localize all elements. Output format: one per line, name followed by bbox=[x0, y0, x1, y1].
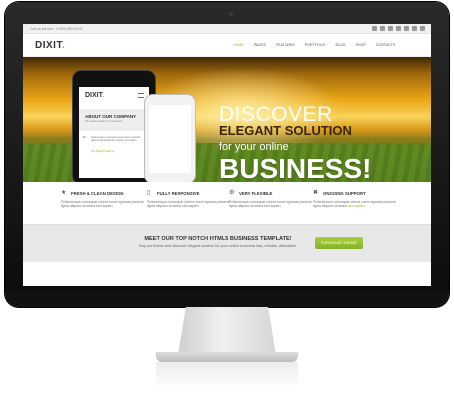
phone-icon[interactable] bbox=[420, 26, 425, 31]
rss-icon[interactable] bbox=[404, 26, 409, 31]
main-nav: HOME PAGES FEATURES PORTFOLIO BLOG SHOP … bbox=[228, 42, 400, 48]
star-icon: ★ bbox=[61, 190, 67, 196]
webcam-icon bbox=[229, 12, 233, 16]
phone-mockup-white bbox=[145, 95, 195, 182]
monitor-mockup: Call us toll free: +1 800 880 00 00 DIXI… bbox=[0, 0, 454, 400]
phone-logo-text: DIXIT bbox=[85, 92, 103, 99]
feature-title: ONGOING SUPPORT bbox=[323, 191, 366, 196]
phone-logo-dot: . bbox=[102, 92, 105, 99]
linkedin-icon[interactable] bbox=[396, 26, 401, 31]
phone-about-title: ABOUT OUR COMPANY bbox=[85, 114, 137, 119]
feature-title: FULLY RESPONSIVE bbox=[157, 191, 200, 196]
phone-logo: DIXIT. bbox=[85, 92, 104, 99]
phone-quote-text: Pellentesque consequat viverra lorem ege… bbox=[91, 136, 141, 142]
cta-title: MEET OUR TOP NOTCH HTML5 BUSINESS TEMPLA… bbox=[144, 236, 292, 242]
stand-reflection bbox=[156, 362, 298, 388]
nav-features[interactable]: FEATURES bbox=[271, 42, 300, 48]
monitor-stand bbox=[178, 307, 276, 355]
nav-blog[interactable]: BLOG bbox=[331, 42, 351, 48]
feature-title: FRESH & CLEAN DESIGN bbox=[71, 191, 124, 196]
phone-white-screen bbox=[149, 105, 191, 173]
nav-portfolio[interactable]: PORTFOLIO bbox=[300, 42, 331, 48]
nav-contacts[interactable]: CONTACTS bbox=[371, 42, 401, 48]
nav-shop[interactable]: SHOP bbox=[351, 42, 371, 48]
gear-icon: ⚙ bbox=[229, 190, 235, 196]
top-bar: Call us toll free: +1 800 880 00 00 bbox=[23, 24, 431, 34]
feature-text: Pellentesque consequat viverra lorem ege… bbox=[147, 200, 230, 209]
phone-about-section: ABOUT OUR COMPANY We create solutions fo… bbox=[79, 109, 149, 131]
hamburger-menu-icon bbox=[138, 93, 144, 98]
quote-icon: “ bbox=[83, 135, 86, 144]
feature-text: Pellentesque consequat viverra lorem ege… bbox=[229, 200, 312, 209]
hero-banner: DIXIT. ABOUT OUR COMPANY We create solut… bbox=[23, 57, 431, 182]
hero-business: BUSINESS! bbox=[219, 153, 372, 182]
feature-title: VERY FLEXIBLE bbox=[239, 191, 273, 196]
purchase-theme-button[interactable]: PURCHASE THEME! bbox=[315, 237, 363, 249]
monitor-base bbox=[156, 352, 298, 362]
phone-quote-author: The Digital Thinker Inc. bbox=[91, 150, 116, 153]
cta-subtitle: Buy our theme and discover elegant solut… bbox=[139, 244, 297, 248]
logo-text: DIXIT bbox=[35, 40, 62, 51]
feature-text: Pellentesque consequat viverra lorem ege… bbox=[313, 200, 398, 209]
contact-text: Call us toll free: +1 800 880 00 00 bbox=[30, 27, 83, 31]
logo-dot: . bbox=[61, 40, 66, 51]
site-header: DIXIT. HOME PAGES FEATURES PORTFOLIO BLO… bbox=[23, 34, 431, 57]
hero-online: for your online bbox=[219, 141, 289, 153]
monitor-chin bbox=[5, 290, 449, 307]
features-section: ★ FRESH & CLEAN DESIGN Pellentesque cons… bbox=[23, 182, 431, 224]
twitter-icon[interactable] bbox=[380, 26, 385, 31]
nav-home[interactable]: HOME bbox=[228, 42, 249, 48]
hero-elegant: ELEGANT SOLUTION bbox=[219, 123, 352, 138]
mobile-icon: ▯ bbox=[147, 190, 151, 196]
call-to-action: MEET OUR TOP NOTCH HTML5 BUSINESS TEMPLA… bbox=[23, 224, 431, 262]
feature-text: Pellentesque consequat viverra lorem ege… bbox=[61, 200, 144, 209]
monitor-screen: Call us toll free: +1 800 880 00 00 DIXI… bbox=[23, 24, 431, 286]
social-icons bbox=[372, 26, 425, 31]
facebook-icon[interactable] bbox=[372, 26, 377, 31]
feature-text-link[interactable]: sed sapien. bbox=[348, 204, 365, 208]
footer-area bbox=[23, 262, 431, 286]
site-logo[interactable]: DIXIT. bbox=[35, 40, 65, 51]
phone-mockup-black: DIXIT. ABOUT OUR COMPANY We create solut… bbox=[73, 71, 155, 182]
phone-screen: DIXIT. ABOUT OUR COMPANY We create solut… bbox=[79, 87, 149, 178]
support-icon: ✖ bbox=[313, 190, 319, 196]
dribbble-icon[interactable] bbox=[388, 26, 393, 31]
phone-about-subtitle: We create solutions for business bbox=[85, 120, 123, 123]
nav-pages[interactable]: PAGES bbox=[249, 42, 271, 48]
skype-icon[interactable] bbox=[412, 26, 417, 31]
